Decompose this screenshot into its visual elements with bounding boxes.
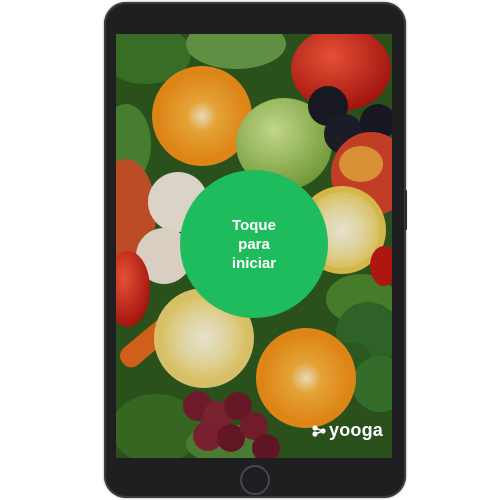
yooga-logo-icon — [312, 424, 326, 437]
yooga-logo: yooga — [312, 420, 383, 441]
home-button-icon[interactable] — [240, 465, 270, 495]
side-button — [405, 190, 407, 230]
tap-to-start-label: Toque para iniciar — [231, 216, 277, 272]
tap-to-start-button[interactable]: Toque para iniciar — [180, 170, 328, 318]
tablet-screen: Toque para iniciar yooga — [116, 34, 392, 458]
yooga-logo-text: yooga — [329, 420, 384, 440]
